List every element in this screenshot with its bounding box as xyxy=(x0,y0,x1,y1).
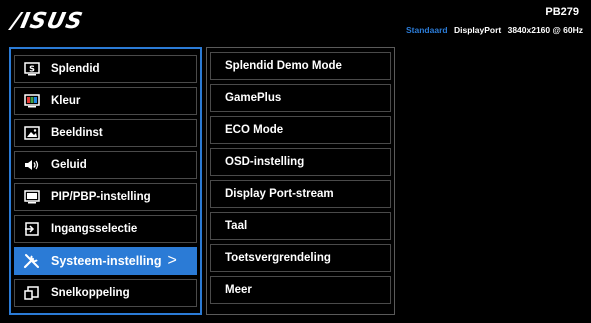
sub-item-osd-instelling[interactable]: OSD-instelling xyxy=(210,148,391,176)
menu-item-splendid[interactable]: S Splendid xyxy=(14,55,197,83)
menu-item-snelkoppeling[interactable]: Snelkoppeling xyxy=(14,279,197,307)
model-name: PB279 xyxy=(545,6,579,18)
sub-item-meer[interactable]: Meer xyxy=(210,276,391,304)
shortcut-icon xyxy=(23,286,41,300)
sub-item-splendid-demo-mode[interactable]: Splendid Demo Mode xyxy=(210,52,391,80)
osd-header: /ISUS PB279 Standaard DisplayPort 3840x2… xyxy=(0,0,591,42)
splendid-icon: S xyxy=(23,62,41,76)
color-icon xyxy=(23,94,41,108)
sub-item-taal[interactable]: Taal xyxy=(210,212,391,240)
sub-menu: Splendid Demo Mode GamePlus ECO Mode OSD… xyxy=(206,47,395,315)
pip-icon xyxy=(23,190,41,204)
main-menu: S Splendid Kleur Beeldinst Geluid PIP/PB… xyxy=(9,47,202,315)
menu-item-label: Splendid xyxy=(51,63,100,75)
sub-item-display-port-stream[interactable]: Display Port-stream xyxy=(210,180,391,208)
menu-item-ingangsselectie[interactable]: Ingangsselectie xyxy=(14,215,197,243)
input-icon xyxy=(23,222,41,236)
menu-item-pip-pbp[interactable]: PIP/PBP-instelling xyxy=(14,183,197,211)
status-bar: Standaard DisplayPort 3840x2160 @ 60Hz xyxy=(406,25,583,35)
menu-item-geluid[interactable]: Geluid xyxy=(14,151,197,179)
menu-item-label: Systeem-instelling xyxy=(51,254,162,268)
menu-item-label: Geluid xyxy=(51,159,87,171)
status-mode: Standaard xyxy=(406,25,448,35)
menu-item-label: Ingangsselectie xyxy=(51,223,138,235)
status-resolution: 3840x2160 @ 60Hz xyxy=(507,25,583,35)
svg-text:S: S xyxy=(29,65,35,74)
image-icon xyxy=(23,126,41,140)
sub-item-toetsvergrendeling[interactable]: Toetsvergrendeling xyxy=(210,244,391,272)
menu-item-label: PIP/PBP-instelling xyxy=(51,191,151,203)
osd-window: /ISUS PB279 Standaard DisplayPort 3840x2… xyxy=(0,0,591,323)
sub-item-eco-mode[interactable]: ECO Mode xyxy=(210,116,391,144)
menu-item-beeldinst[interactable]: Beeldinst xyxy=(14,119,197,147)
menu-item-kleur[interactable]: Kleur xyxy=(14,87,197,115)
asus-logo: /ISUS xyxy=(9,9,86,34)
menu-item-label: Kleur xyxy=(51,95,81,107)
chevron-right-icon: > xyxy=(167,252,177,269)
status-port: DisplayPort xyxy=(453,25,502,35)
menu-item-label: Beeldinst xyxy=(51,127,103,139)
menu-item-label: Snelkoppeling xyxy=(51,287,130,299)
tools-icon xyxy=(23,254,41,269)
sub-item-gameplus[interactable]: GamePlus xyxy=(210,84,391,112)
speaker-icon xyxy=(23,158,41,172)
menu-item-systeem-instelling[interactable]: Systeem-instelling > xyxy=(14,247,197,275)
